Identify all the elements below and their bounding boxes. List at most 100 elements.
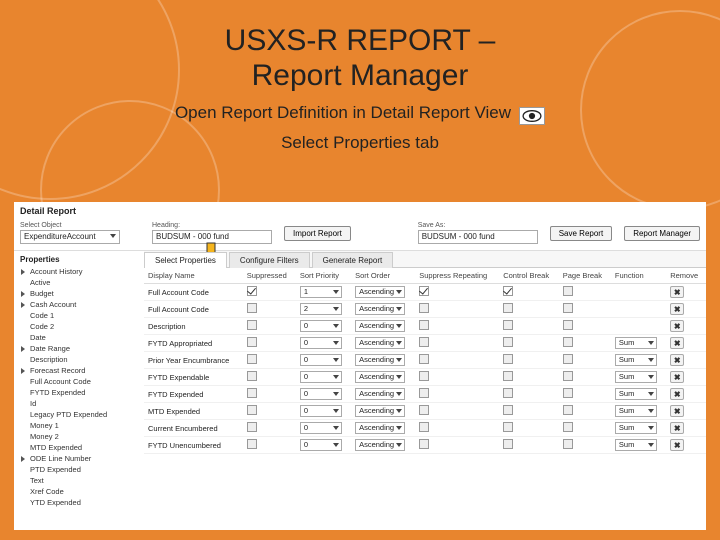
sidebar-item[interactable]: Cash Account (20, 299, 138, 310)
dropdown[interactable]: Sum (615, 371, 657, 383)
dropdown[interactable]: 2 (300, 303, 342, 315)
dropdown[interactable]: Ascending (355, 337, 405, 349)
tab[interactable]: Generate Report (312, 252, 394, 268)
sidebar-item[interactable]: Code 2 (20, 321, 138, 332)
remove-button[interactable]: ✖ (670, 405, 684, 417)
sidebar-item[interactable]: Xref Code (20, 486, 138, 497)
sidebar-item[interactable]: Code 1 (20, 310, 138, 321)
checkbox[interactable] (563, 422, 573, 432)
sidebar-item[interactable]: Account History (20, 266, 138, 277)
sidebar-item[interactable]: Id (20, 398, 138, 409)
sidebar-item[interactable]: Forecast Record (20, 365, 138, 376)
dropdown[interactable]: 0 (300, 320, 342, 332)
sidebar-item[interactable]: ODE Line Number (20, 453, 138, 464)
checkbox[interactable] (503, 354, 513, 364)
checkbox[interactable] (503, 422, 513, 432)
report-manager-button[interactable]: Report Manager (624, 226, 700, 241)
checkbox[interactable] (247, 371, 257, 381)
checkbox[interactable] (563, 337, 573, 347)
checkbox[interactable] (419, 371, 429, 381)
dropdown[interactable]: Ascending (355, 388, 405, 400)
checkbox[interactable] (503, 388, 513, 398)
sidebar-item[interactable]: Full Account Code (20, 376, 138, 387)
checkbox[interactable] (563, 405, 573, 415)
checkbox[interactable] (503, 320, 513, 330)
checkbox[interactable] (503, 371, 513, 381)
checkbox[interactable] (247, 422, 257, 432)
dropdown[interactable]: Ascending (355, 303, 405, 315)
checkbox[interactable] (563, 388, 573, 398)
checkbox[interactable] (563, 371, 573, 381)
dropdown[interactable]: Ascending (355, 405, 405, 417)
checkbox[interactable] (419, 439, 429, 449)
dropdown[interactable]: 0 (300, 405, 342, 417)
dropdown[interactable]: Ascending (355, 371, 405, 383)
checkbox[interactable] (247, 388, 257, 398)
checkbox[interactable] (563, 286, 573, 296)
sidebar-item[interactable]: PTD Expended (20, 464, 138, 475)
dropdown[interactable]: Sum (615, 422, 657, 434)
dropdown[interactable]: Ascending (355, 320, 405, 332)
remove-button[interactable]: ✖ (670, 337, 684, 349)
checkbox[interactable] (563, 354, 573, 364)
sidebar-item[interactable]: Date (20, 332, 138, 343)
checkbox[interactable] (563, 439, 573, 449)
remove-button[interactable]: ✖ (670, 286, 684, 298)
dropdown[interactable]: Sum (615, 405, 657, 417)
checkbox[interactable] (503, 303, 513, 313)
checkbox[interactable] (247, 439, 257, 449)
dropdown[interactable]: 0 (300, 388, 342, 400)
checkbox[interactable] (419, 286, 429, 296)
sidebar-item[interactable]: Date Range (20, 343, 138, 354)
remove-button[interactable]: ✖ (670, 371, 684, 383)
dropdown[interactable]: Sum (615, 337, 657, 349)
dropdown[interactable]: Ascending (355, 286, 405, 298)
checkbox[interactable] (247, 286, 257, 296)
checkbox[interactable] (247, 337, 257, 347)
sidebar-item[interactable]: Legacy PTD Expended (20, 409, 138, 420)
checkbox[interactable] (419, 405, 429, 415)
dropdown[interactable]: Sum (615, 388, 657, 400)
remove-button[interactable]: ✖ (670, 354, 684, 366)
dropdown[interactable]: Ascending (355, 354, 405, 366)
checkbox[interactable] (503, 337, 513, 347)
save-as-input[interactable]: BUDSUM - 000 fund (418, 230, 538, 244)
dropdown[interactable]: Ascending (355, 439, 405, 451)
sidebar-item[interactable]: FYTD Expended (20, 387, 138, 398)
dropdown[interactable]: 0 (300, 371, 342, 383)
checkbox[interactable] (419, 303, 429, 313)
remove-button[interactable]: ✖ (670, 303, 684, 315)
import-report-button[interactable]: Import Report (284, 226, 351, 241)
tab[interactable]: Configure Filters (229, 252, 310, 268)
checkbox[interactable] (419, 354, 429, 364)
save-report-button[interactable]: Save Report (550, 226, 612, 241)
checkbox[interactable] (503, 405, 513, 415)
tab[interactable]: Select Properties (144, 252, 227, 268)
checkbox[interactable] (503, 286, 513, 296)
dropdown[interactable]: Ascending (355, 422, 405, 434)
dropdown[interactable]: Sum (615, 439, 657, 451)
dropdown[interactable]: 0 (300, 439, 342, 451)
remove-button[interactable]: ✖ (670, 439, 684, 451)
remove-button[interactable]: ✖ (670, 422, 684, 434)
dropdown[interactable]: 1 (300, 286, 342, 298)
sidebar-item[interactable]: Text (20, 475, 138, 486)
checkbox[interactable] (563, 320, 573, 330)
sidebar-item[interactable]: YTD Expended (20, 497, 138, 508)
sidebar-item[interactable]: Money 1 (20, 420, 138, 431)
dropdown[interactable]: 0 (300, 422, 342, 434)
checkbox[interactable] (563, 303, 573, 313)
checkbox[interactable] (419, 337, 429, 347)
checkbox[interactable] (503, 439, 513, 449)
sidebar-item[interactable]: Money 2 (20, 431, 138, 442)
select-object-dropdown[interactable]: ExpenditureAccount (20, 230, 120, 244)
checkbox[interactable] (247, 303, 257, 313)
checkbox[interactable] (247, 405, 257, 415)
sidebar-item[interactable]: Active (20, 277, 138, 288)
sidebar-item[interactable]: MTD Expended (20, 442, 138, 453)
dropdown[interactable]: Sum (615, 354, 657, 366)
checkbox[interactable] (419, 422, 429, 432)
dropdown[interactable]: 0 (300, 337, 342, 349)
checkbox[interactable] (247, 320, 257, 330)
remove-button[interactable]: ✖ (670, 388, 684, 400)
